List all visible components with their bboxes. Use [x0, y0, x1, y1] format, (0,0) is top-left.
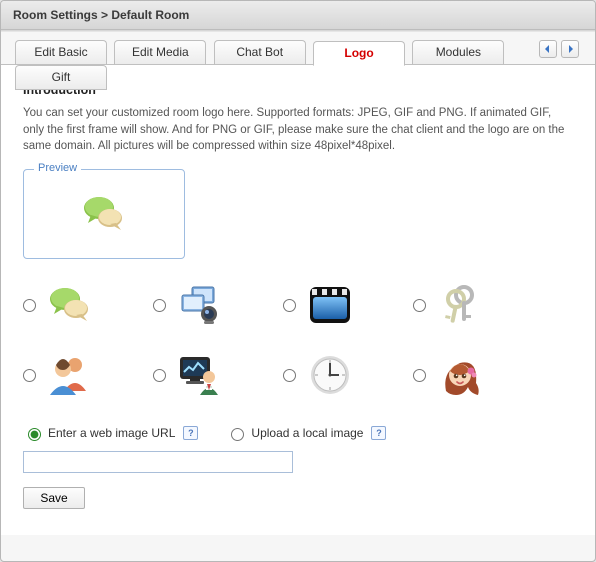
upload-mode-url-radio[interactable]: [28, 428, 41, 441]
people-icon: [46, 351, 94, 399]
tabs-scroll-right-button[interactable]: [561, 40, 579, 58]
video-clapper-icon: [306, 281, 354, 329]
tab-panel-logo: Introduction You can set your customized…: [1, 65, 595, 535]
logo-option-video[interactable]: [283, 281, 413, 329]
logo-option-clock[interactable]: [283, 351, 413, 399]
preview-legend: Preview: [34, 162, 81, 174]
logo-options-grid: [23, 281, 573, 399]
upload-mode-url-label: Enter a web image URL: [48, 426, 175, 440]
tab-modules[interactable]: Modules: [412, 40, 504, 65]
chat-bubbles-icon: [80, 190, 128, 238]
avatar-girl-icon: [436, 351, 484, 399]
logo-option-webcam[interactable]: [153, 281, 283, 329]
monitor-analytics-icon: [176, 351, 224, 399]
logo-radio-avatar[interactable]: [413, 369, 426, 382]
logo-radio-webcam[interactable]: [153, 299, 166, 312]
tab-gift[interactable]: Gift: [15, 65, 107, 90]
logo-radio-video[interactable]: [283, 299, 296, 312]
upload-mode-file-label: Upload a local image: [251, 426, 363, 440]
logo-option-avatar[interactable]: [413, 351, 543, 399]
intro-text: You can set your customized room logo he…: [23, 105, 573, 155]
upload-mode-file[interactable]: Upload a local image ?: [226, 425, 386, 441]
chat-bubbles-icon: [46, 281, 94, 329]
help-icon[interactable]: ?: [183, 426, 198, 440]
logo-option-chat-bubbles[interactable]: [23, 281, 153, 329]
tab-edit-basic[interactable]: Edit Basic: [15, 40, 107, 65]
logo-radio-people[interactable]: [23, 369, 36, 382]
settings-window: Room Settings > Default Room Edit Basic …: [0, 0, 596, 562]
logo-radio-monitor[interactable]: [153, 369, 166, 382]
logo-radio-clock[interactable]: [283, 369, 296, 382]
breadcrumb: Room Settings > Default Room: [1, 1, 595, 30]
logo-preview-box: Preview: [23, 169, 185, 259]
tabstrip: Edit Basic Edit Media Chat Bot Logo Modu…: [1, 36, 595, 65]
tab-chat-bot[interactable]: Chat Bot: [214, 40, 306, 65]
clock-icon: [306, 351, 354, 399]
upload-mode-group: Enter a web image URL ? Upload a local i…: [23, 425, 573, 441]
tabs-scroll-left-button[interactable]: [539, 40, 557, 58]
breadcrumb-text: Room Settings > Default Room: [13, 8, 189, 22]
logo-option-monitor[interactable]: [153, 351, 283, 399]
upload-mode-file-radio[interactable]: [231, 428, 244, 441]
tab-edit-media[interactable]: Edit Media: [114, 40, 206, 65]
keys-icon: [436, 281, 484, 329]
image-url-input[interactable]: [23, 451, 293, 473]
logo-radio-keys[interactable]: [413, 299, 426, 312]
upload-mode-url[interactable]: Enter a web image URL ?: [23, 425, 198, 441]
logo-option-people[interactable]: [23, 351, 153, 399]
logo-option-keys[interactable]: [413, 281, 543, 329]
tab-logo[interactable]: Logo: [313, 41, 405, 66]
logo-radio-chat-bubbles[interactable]: [23, 299, 36, 312]
help-icon[interactable]: ?: [371, 426, 386, 440]
save-button[interactable]: Save: [23, 487, 85, 509]
webcam-icon: [176, 281, 224, 329]
